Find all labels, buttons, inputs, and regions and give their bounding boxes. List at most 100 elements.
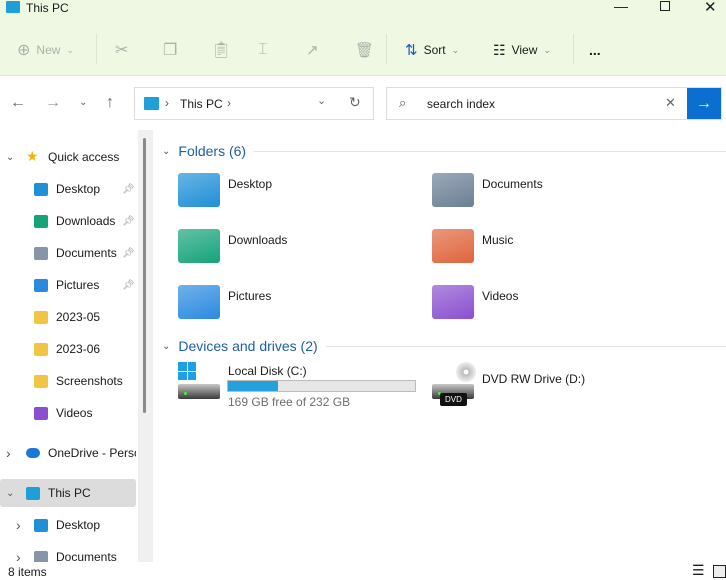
sidebar-item-videos[interactable]: Videos <box>0 399 136 427</box>
sidebar-item-label: Desktop <box>56 518 101 532</box>
recent-locations-button[interactable]: ⌄ <box>79 97 87 108</box>
trash-icon: 🗑︎ <box>355 42 375 59</box>
search-icon: ⌕ <box>399 95 407 110</box>
folder-documents[interactable]: Documents <box>432 173 682 213</box>
minimize-button[interactable]: — <box>614 0 628 14</box>
refresh-button[interactable]: ↻ <box>349 94 361 111</box>
sidebar-item-label: Quick access <box>48 150 120 164</box>
folder-label: Music <box>482 233 514 247</box>
folder-label: Desktop <box>228 177 273 191</box>
chevron-down-icon[interactable]: ⌄ <box>6 152 14 163</box>
folder-videos[interactable]: Videos <box>432 285 682 325</box>
chevron-right-icon[interactable]: › <box>227 96 231 110</box>
sidebar-item-documents[interactable]: Documents 📌︎ <box>0 239 136 267</box>
pin-icon: 📌︎ <box>122 247 135 259</box>
sidebar-item-2023-05[interactable]: 2023-05 <box>0 303 136 331</box>
documents-folder-icon <box>432 173 474 207</box>
cut-button[interactable]: ✂ <box>115 36 128 64</box>
rename-button[interactable]: ⌶ <box>258 36 268 64</box>
music-folder-icon <box>432 229 474 263</box>
sidebar-item-this-pc[interactable]: ⌄ This PC <box>0 479 136 507</box>
divider <box>96 34 97 64</box>
folder-downloads[interactable]: Downloads <box>178 229 428 269</box>
divider <box>325 345 726 347</box>
sort-button[interactable]: ⇅ Sort ⌄ <box>405 36 459 64</box>
details-view-button[interactable]: ☰ <box>692 562 705 579</box>
sidebar-item-screenshots[interactable]: Screenshots <box>0 367 136 395</box>
view-button[interactable]: ☷ View ⌄ <box>493 36 551 64</box>
address-bar[interactable]: › This PC › ⌄ ↻ <box>134 87 374 120</box>
new-button[interactable]: ⊕ New ⌄ <box>17 36 74 64</box>
back-button[interactable]: ← <box>10 94 26 112</box>
folder-icon <box>34 310 48 324</box>
videos-folder-icon <box>432 285 474 319</box>
maximize-button[interactable] <box>660 1 670 11</box>
desktop-folder-icon <box>34 518 48 532</box>
folder-music[interactable]: Music <box>432 229 682 269</box>
delete-button[interactable]: 🗑︎ <box>355 36 374 64</box>
sidebar-item-quick-access[interactable]: ⌄ ★ Quick access <box>0 143 136 171</box>
chevron-right-icon[interactable]: › <box>16 549 21 562</box>
scrollbar-thumb[interactable] <box>143 138 146 413</box>
folder-label: Documents <box>482 177 543 191</box>
share-icon: ↗ <box>306 42 319 59</box>
tiles-view-button[interactable] <box>713 565 726 578</box>
disc-icon <box>456 362 476 382</box>
chevron-down-icon: ⌄ <box>543 44 551 55</box>
drive-label: Local Disk (C:) <box>228 364 307 378</box>
clipboard-icon: 📋︎ <box>211 42 232 59</box>
search-box[interactable]: ⌕ search index ✕ → <box>386 87 722 120</box>
drive-dvd-rw-d[interactable]: DVD DVD RW Drive (D:) <box>432 362 682 406</box>
folder-label: Pictures <box>228 289 272 303</box>
history-dropdown[interactable]: ⌄ <box>317 94 326 107</box>
videos-icon <box>34 406 48 420</box>
folders-header-label: Folders (6) <box>178 143 247 159</box>
search-go-button[interactable]: → <box>687 88 721 119</box>
copy-button[interactable]: ❐ <box>163 36 177 64</box>
search-input[interactable]: search index <box>427 97 495 111</box>
pictures-icon <box>34 278 48 292</box>
drive-local-disk-c[interactable]: Local Disk (C:) 169 GB free of 232 GB <box>178 362 428 409</box>
folder-desktop[interactable]: Desktop <box>178 173 428 213</box>
hard-drive-icon <box>178 384 220 399</box>
chevron-right-icon[interactable]: › <box>16 517 21 533</box>
desktop-folder-icon <box>178 173 220 207</box>
close-button[interactable]: ✕ <box>704 0 717 16</box>
copy-icon: ❐ <box>163 42 178 59</box>
sidebar-item-onedrive-perso[interactable]: › OneDrive - Perso <box>0 439 136 467</box>
folder-icon <box>34 374 48 388</box>
scissors-icon: ✂ <box>115 42 129 59</box>
divider <box>573 34 574 64</box>
sidebar-item-desktop[interactable]: Desktop 📌︎ <box>0 175 136 203</box>
chevron-right-icon[interactable]: › <box>6 445 11 461</box>
document-icon <box>34 550 48 562</box>
drive-free-space: 169 GB free of 232 GB <box>228 395 351 409</box>
clear-search-button[interactable]: ✕ <box>665 95 676 111</box>
desktop-folder-icon <box>34 182 48 196</box>
chevron-down-icon[interactable]: ⌄ <box>6 488 14 499</box>
sidebar-item-label: This PC <box>48 486 91 500</box>
sidebar-item-label: 2023-05 <box>56 310 101 324</box>
folder-pictures[interactable]: Pictures <box>178 285 428 325</box>
forward-button[interactable]: → <box>45 94 61 112</box>
up-button[interactable]: ↑ <box>106 94 114 112</box>
drives-section-header[interactable]: ⌄ Devices and drives (2) <box>162 338 726 354</box>
more-button[interactable]: ... <box>589 36 601 64</box>
folders-section-header[interactable]: ⌄ Folders (6) <box>162 143 726 159</box>
breadcrumb-this-pc[interactable]: This PC <box>180 97 223 111</box>
sidebar-item-label: Pictures <box>56 278 100 292</box>
sidebar-item-2023-06[interactable]: 2023-06 <box>0 335 136 363</box>
folder-label: Downloads <box>228 233 288 247</box>
status-bar: 8 items ☰ <box>0 562 726 580</box>
sidebar-item-desktop[interactable]: › Desktop <box>0 511 136 539</box>
sidebar-item-label: Screenshots <box>56 374 123 388</box>
chevron-down-icon: ⌄ <box>162 340 171 352</box>
sidebar-item-label: Videos <box>56 406 93 420</box>
arrow-right-icon: → <box>696 94 712 112</box>
paste-button[interactable]: 📋︎ <box>211 36 231 64</box>
share-button[interactable]: ↗ <box>306 36 319 64</box>
sidebar-item-documents[interactable]: › Documents <box>0 543 136 562</box>
sidebar-item-downloads[interactable]: Downloads 📌︎ <box>0 207 136 235</box>
sidebar-item-pictures[interactable]: Pictures 📌︎ <box>0 271 136 299</box>
chevron-right-icon: › <box>165 96 169 110</box>
